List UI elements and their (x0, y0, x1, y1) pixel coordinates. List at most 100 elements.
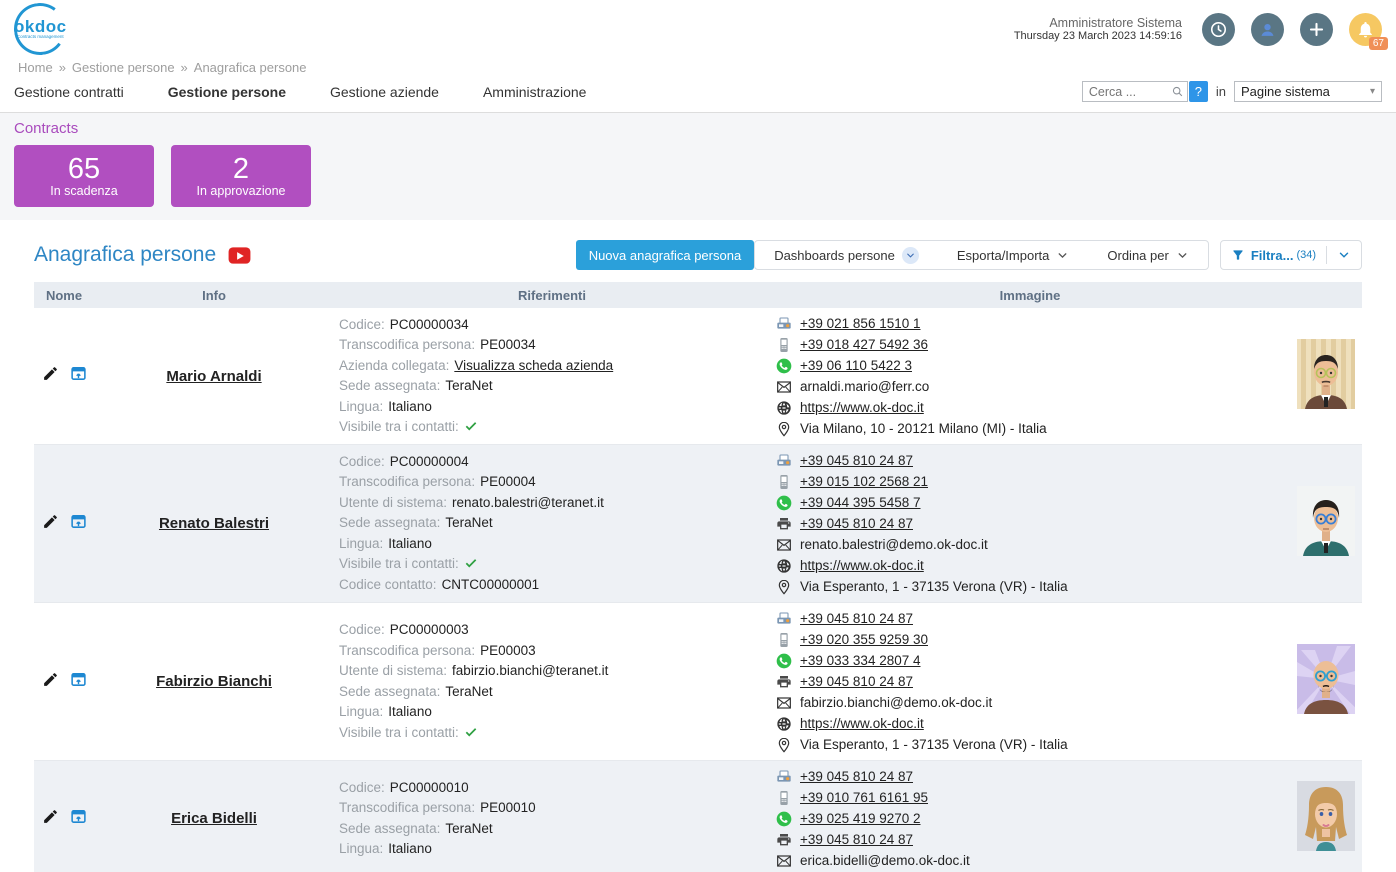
reference-link[interactable]: +39 044 395 5458 7 (800, 492, 921, 513)
search-input[interactable] (1089, 85, 1171, 99)
edit-pencil-icon[interactable] (42, 808, 59, 830)
reference-link[interactable]: +39 025 419 9270 2 (800, 808, 921, 829)
info-label: Utente di sistema: (339, 495, 447, 510)
breadcrumb-item[interactable]: Gestione persone (72, 60, 175, 75)
reference-item: fabirzio.bianchi@demo.ok-doc.it (776, 692, 1290, 713)
avatar-bald-man-purple-bg[interactable] (1297, 644, 1355, 719)
email-icon (776, 695, 792, 711)
info-value: PE00034 (480, 337, 536, 352)
info-label: Codice: (339, 454, 385, 469)
search-icon[interactable] (1171, 85, 1184, 98)
reference-link[interactable]: https://www.ok-doc.it (800, 397, 924, 418)
nav-item-gestione-persone[interactable]: Gestione persone (168, 84, 286, 100)
reference-link[interactable]: +39 045 810 24 87 (800, 608, 913, 629)
nav-item-gestione-aziende[interactable]: Gestione aziende (330, 84, 439, 100)
reference-link[interactable]: +39 045 810 24 87 (800, 671, 913, 692)
breadcrumb-item[interactable]: Anagrafica persone (194, 60, 307, 75)
bell-button[interactable]: 67 (1349, 13, 1382, 46)
info-value: TeraNet (445, 515, 492, 530)
contract-tile-in-approvazione[interactable]: 2In approvazione (171, 145, 311, 207)
location-icon (776, 737, 792, 753)
reference-item: https://www.ok-doc.it (776, 713, 1290, 734)
person-name-link[interactable]: Erica Bidelli (94, 810, 334, 827)
person-name-link[interactable]: Fabirzio Bianchi (94, 673, 334, 690)
reference-link[interactable]: https://www.ok-doc.it (800, 555, 924, 576)
user-icon (1258, 20, 1277, 39)
table-row: Renato BalestriCodice:PC00000004Transcod… (34, 445, 1362, 603)
column-header-riferimenti: Riferimenti (334, 288, 770, 303)
avatar-blonde-woman[interactable] (1297, 781, 1355, 856)
info-label: Transcodifica persona: (339, 643, 475, 658)
logo-title: okdoc (14, 19, 67, 34)
reference-link[interactable]: +39 045 810 24 87 (800, 829, 913, 850)
reference-link[interactable]: +39 020 355 9259 30 (800, 629, 928, 650)
reference-text: Via Milano, 10 - 20121 Milano (MI) - Ita… (800, 418, 1047, 439)
edit-pencil-icon[interactable] (42, 513, 59, 535)
reference-item: +39 045 810 24 87 (776, 829, 1290, 850)
contracts-title: Contracts (14, 120, 1382, 137)
info-value: Italiano (388, 399, 432, 414)
person-name-link[interactable]: Mario Arnaldi (94, 368, 334, 385)
youtube-video-icon[interactable] (226, 246, 253, 265)
nav-item-amministrazione[interactable]: Amministrazione (483, 84, 586, 100)
edit-pencil-icon[interactable] (42, 671, 59, 693)
edit-pencil-icon[interactable] (42, 365, 59, 387)
logo-subtitle: Contracts management (14, 34, 67, 39)
bell-icon (1356, 20, 1375, 39)
filter-button[interactable]: Filtra... (34) (1220, 240, 1362, 270)
user-button[interactable] (1251, 13, 1284, 46)
reference-link[interactable]: +39 021 856 1510 1 (800, 313, 921, 334)
filter-chevron-down-icon[interactable] (1337, 248, 1351, 262)
app-logo[interactable]: okdoc Contracts management (11, 0, 70, 58)
reference-item: +39 015 102 2568 21 (776, 471, 1290, 492)
info-field: Visibile tra i contatti: (339, 417, 770, 438)
clock-icon (1209, 20, 1228, 39)
menu-ordina-per[interactable]: Ordina per (1088, 241, 1207, 269)
reference-item: +39 045 810 24 87 (776, 450, 1290, 471)
search-scope-select[interactable]: Pagine sistema ▾ (1234, 81, 1382, 102)
search-help-button[interactable]: ? (1189, 81, 1208, 102)
main-nav: Gestione contratti Gestione persone Gestio… (0, 81, 1396, 113)
nav-item-gestione-contratti[interactable]: Gestione contratti (14, 84, 124, 100)
reference-item: https://www.ok-doc.it (776, 555, 1290, 576)
reference-link[interactable]: +39 045 810 24 87 (800, 513, 913, 534)
notification-badge: 67 (1369, 37, 1388, 50)
filter-label: Filtra... (1251, 248, 1294, 263)
mobile-icon (776, 474, 792, 490)
reference-link[interactable]: +39 018 427 5492 36 (800, 334, 928, 355)
menu-esporta-importa[interactable]: Esporta/Importa (938, 241, 1089, 269)
open-window-icon[interactable] (70, 671, 87, 693)
reference-item: +39 045 810 24 87 (776, 608, 1290, 629)
new-person-button[interactable]: Nuova anagrafica persona (576, 240, 755, 270)
reference-link[interactable]: https://www.ok-doc.it (800, 713, 924, 734)
reference-link[interactable]: +39 033 334 2807 4 (800, 650, 921, 671)
company-card-link[interactable]: Visualizza scheda azienda (454, 358, 613, 373)
plus-button[interactable] (1300, 13, 1333, 46)
reference-link[interactable]: +39 015 102 2568 21 (800, 471, 928, 492)
reference-link[interactable]: +39 045 810 24 87 (800, 450, 913, 471)
reference-link[interactable]: +39 06 110 5422 3 (800, 355, 912, 376)
info-label: Lingua: (339, 399, 383, 414)
info-label: Sede assegnata: (339, 378, 440, 393)
info-label: Transcodifica persona: (339, 474, 475, 489)
breadcrumb-item[interactable]: Home (18, 60, 53, 75)
reference-item: erica.bidelli@demo.ok-doc.it (776, 850, 1290, 871)
info-field: Sede assegnata:TeraNet (339, 819, 770, 840)
info-value: PC00000034 (390, 317, 469, 332)
open-window-icon[interactable] (70, 513, 87, 535)
table-row: Mario ArnaldiCodice:PC00000034Transcodif… (34, 308, 1362, 445)
clock-button[interactable] (1202, 13, 1235, 46)
person-name-link[interactable]: Renato Balestri (94, 515, 334, 532)
menu-dashboards-persone[interactable]: Dashboards persone (755, 241, 938, 269)
open-window-icon[interactable] (70, 808, 87, 830)
info-value: PE00010 (480, 800, 536, 815)
contract-tile-in-scadenza[interactable]: 65In scadenza (14, 145, 154, 207)
avatar-man-teal-suit[interactable] (1297, 486, 1355, 561)
fax-icon (776, 316, 792, 332)
menu-label: Dashboards persone (774, 248, 895, 263)
open-window-icon[interactable] (70, 365, 87, 387)
reference-item: +39 045 810 24 87 (776, 513, 1290, 534)
avatar-man-striped-bg[interactable] (1297, 339, 1355, 414)
reference-link[interactable]: +39 045 810 24 87 (800, 766, 913, 787)
reference-link[interactable]: +39 010 761 6161 95 (800, 787, 928, 808)
